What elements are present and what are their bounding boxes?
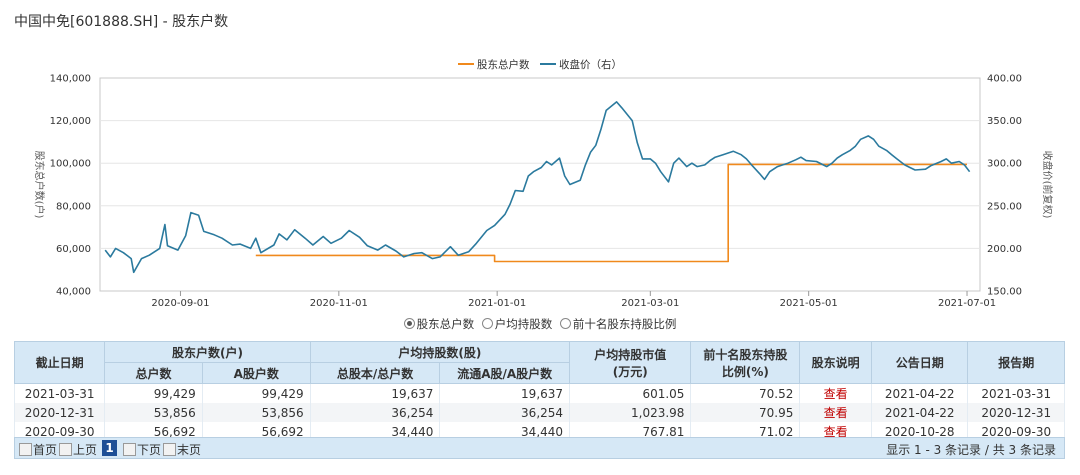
pagination-bar: 首页 上页 1 下页 末页 显示 1 - 3 条记录 / 共 3 条记录	[14, 437, 1065, 459]
y-right-tick-label: 400.00	[987, 74, 1022, 85]
cell-a-holders: 53,856	[201, 403, 311, 422]
header-line: 户均持股市值	[594, 347, 667, 362]
view-link[interactable]: 查看	[799, 383, 872, 403]
cell-total: 53,856	[104, 403, 203, 422]
col-date-header[interactable]: 截止日期	[13, 341, 106, 384]
x-tick-label: 2020-11-01	[310, 298, 368, 309]
y-left-tick-label: 40,000	[56, 287, 91, 298]
table-row: 2021-03-31 99,429 99,429 19,637 19,637 6…	[13, 383, 1065, 403]
cell-top10: 70.95	[690, 403, 801, 422]
col-holders-header: 股东户数(户)	[104, 341, 311, 363]
cell-a-holders: 99,429	[201, 383, 311, 403]
col-avg-total-header[interactable]: 总股本/总户数	[309, 362, 441, 384]
cell-date: 2021-03-31	[13, 383, 106, 403]
next-page-icon	[123, 443, 136, 456]
first-page-icon	[19, 443, 32, 456]
last-page-label: 末页	[177, 443, 202, 457]
header-unit: (万元)	[612, 364, 648, 379]
y-left-tick-label: 60,000	[56, 244, 91, 255]
col-a-holders-header[interactable]: A股户数	[201, 362, 311, 384]
x-tick-label: 2021-03-01	[621, 298, 679, 309]
radio-avg-shares[interactable]: 户均持股数	[481, 316, 553, 332]
plot-area-frame	[99, 77, 981, 292]
cell-avg-total: 36,254	[309, 403, 441, 422]
y-right-tick-label: 250.00	[987, 201, 1022, 212]
y-left-tick-label: 80,000	[56, 201, 91, 212]
cell-avg-total: 19,637	[309, 383, 441, 403]
cell-avg-value: 601.05	[569, 383, 692, 403]
legend-label-holders: 股东总户数	[477, 58, 530, 71]
x-tick-label: 2020-09-01	[151, 298, 209, 309]
shareholder-chart: 40,000 150.00 60,000 200.00 80,000 250.00 100,…	[33, 58, 1054, 309]
last-page-button[interactable]: 末页	[163, 441, 201, 458]
y-left-tick-label: 140,000	[50, 74, 91, 85]
y-left-tick-label: 120,000	[50, 116, 91, 127]
pager-record-info: 显示 1 - 3 条记录 / 共 3 条记录	[886, 443, 1056, 457]
radio-label: 股东总户数	[416, 317, 475, 331]
col-note-header: 股东说明	[799, 341, 872, 384]
cell-total: 99,429	[104, 383, 203, 403]
cell-report: 2020-12-31	[967, 403, 1065, 422]
prev-page-button[interactable]: 上页	[59, 441, 97, 458]
col-top10-header[interactable]: 前十名股东持股 比例(%)	[690, 341, 801, 384]
cell-report: 2021-03-31	[967, 383, 1065, 403]
table-row: 2020-12-31 53,856 53,856 36,254 36,254 1…	[13, 403, 1065, 422]
y-left-tick-label: 100,000	[50, 159, 91, 170]
cell-announce: 2021-04-22	[870, 383, 969, 403]
view-link[interactable]: 查看	[799, 403, 872, 422]
y-right-tick-label: 300.00	[987, 159, 1022, 170]
series-line-holders	[255, 163, 967, 263]
x-tick-label: 2021-07-01	[938, 298, 996, 309]
header-line: 前十名股东持股	[703, 347, 788, 362]
cell-avg-value: 1,023.98	[569, 403, 692, 422]
last-page-icon	[163, 443, 176, 456]
series-line-price	[104, 101, 971, 274]
radio-unchecked-icon	[481, 318, 493, 329]
prev-page-label: 上页	[73, 443, 98, 457]
col-avg-value-header[interactable]: 户均持股市值 (万元)	[569, 341, 692, 384]
col-announce-header[interactable]: 公告日期	[870, 341, 969, 384]
page-title: 中国中免[601888.SH] - 股东户数	[14, 14, 229, 30]
cell-avg-float: 36,254	[439, 403, 571, 422]
x-tick-label: 2021-05-01	[780, 298, 838, 309]
chart-option-radios: 股东总户数 户均持股数 前十名股东持股比例	[0, 316, 1080, 332]
radio-label: 户均持股数	[494, 317, 553, 331]
next-page-button[interactable]: 下页	[123, 441, 161, 458]
cell-top10: 70.52	[690, 383, 801, 403]
col-report-header[interactable]: 报告期	[967, 341, 1065, 384]
col-avg-float-header[interactable]: 流通A股/A股户数	[439, 362, 571, 384]
y-right-axis-title: 收盘价(前复权)	[1041, 151, 1054, 219]
col-avg-shares-header: 户均持股数(股)	[309, 341, 571, 363]
radio-label: 前十名股东持股比例	[572, 317, 677, 331]
y-right-tick-label: 350.00	[987, 116, 1022, 127]
legend-label-price: 收盘价（右）	[559, 58, 622, 71]
radio-unchecked-icon	[559, 318, 571, 329]
y-right-tick-label: 200.00	[987, 244, 1022, 255]
first-page-label: 首页	[33, 443, 58, 457]
radio-checked-icon	[403, 318, 415, 329]
cell-avg-float: 19,637	[439, 383, 571, 403]
cell-announce: 2021-04-22	[870, 403, 969, 422]
y-left-axis-title: 股东总户数(户)	[33, 151, 46, 219]
radio-top10-ratio[interactable]: 前十名股东持股比例	[559, 316, 677, 332]
col-total-header[interactable]: 总户数	[104, 362, 203, 384]
shareholder-table: 截止日期 股东户数(户) 户均持股数(股) 户均持股市值 (万元) 前十名股东持股…	[13, 341, 1065, 441]
x-tick-label: 2021-01-01	[468, 298, 526, 309]
current-page-number[interactable]: 1	[102, 440, 117, 456]
first-page-button[interactable]: 首页	[19, 441, 57, 458]
y-right-tick-label: 150.00	[987, 287, 1022, 298]
cell-date: 2020-12-31	[13, 403, 106, 422]
prev-page-icon	[59, 443, 72, 456]
radio-holders-count[interactable]: 股东总户数	[403, 316, 475, 332]
header-unit: 比例(%)	[721, 364, 769, 379]
next-page-label: 下页	[137, 443, 162, 457]
